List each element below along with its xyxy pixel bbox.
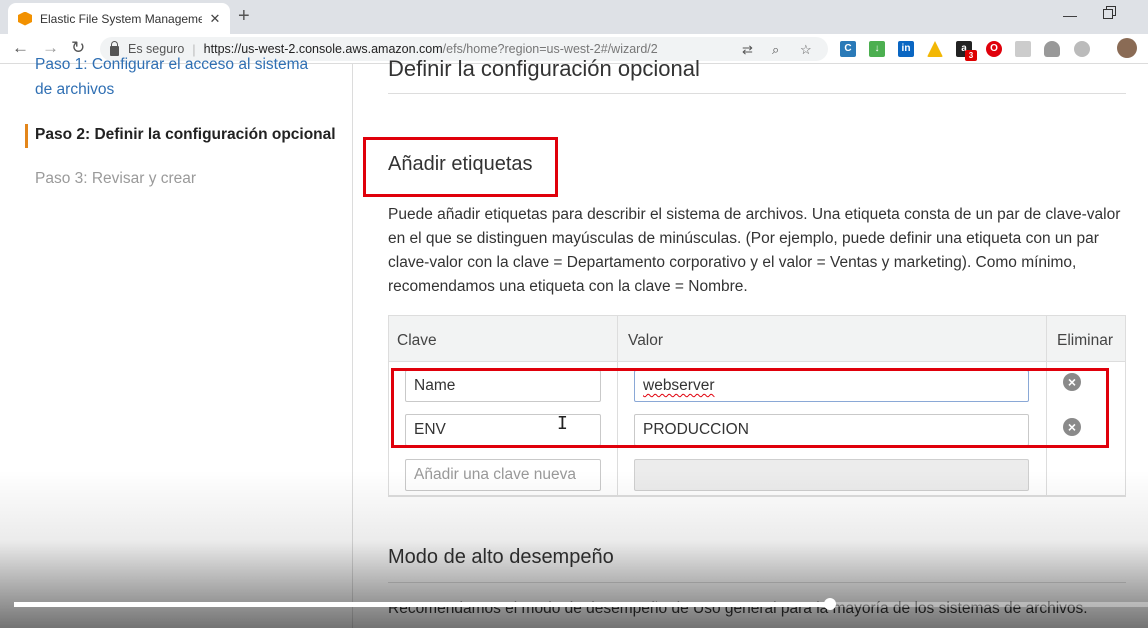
wizard-sidebar: Paso 1: Configurar el acceso al sistema … <box>0 56 353 628</box>
close-tab-icon[interactable]: ✕ <box>208 11 222 27</box>
step-1-link-continued[interactable]: de archivos <box>35 79 114 101</box>
restore-window-icon[interactable] <box>1103 6 1116 19</box>
url-path: /efs/home?region=us-west-2#/wizard/2 <box>442 42 658 56</box>
step-2-current: Paso 2: Definir la configuración opciona… <box>35 126 336 143</box>
performance-divider <box>388 582 1126 583</box>
performance-section-title: Modo de alto desempeño <box>388 546 614 568</box>
section-divider <box>388 495 1126 496</box>
main-content: Definir la configuración opcional Añadir… <box>354 56 1148 628</box>
step-1-link[interactable]: Paso 1: Configurar el acceso al sistema <box>35 54 308 76</box>
step-3-disabled: Paso 3: Revisar y crear <box>35 170 197 187</box>
opera-icon[interactable]: O <box>986 41 1002 57</box>
extension-grey-icon[interactable] <box>1015 41 1031 57</box>
page-title: Definir la configuración opcional <box>388 56 700 81</box>
browser-tab-strip: Elastic File System Management / ✕ + — <box>0 0 1148 34</box>
back-icon[interactable]: ← <box>12 39 29 57</box>
minimize-window-icon[interactable]: — <box>1063 7 1077 23</box>
browser-tab[interactable]: Elastic File System Management / ✕ <box>8 3 230 34</box>
cloud-icon[interactable] <box>1044 41 1060 57</box>
extension-c-icon[interactable]: C <box>840 41 856 57</box>
highlight-box-tags-title <box>363 137 558 197</box>
aws-favicon-icon <box>18 11 32 26</box>
active-step-indicator <box>25 124 28 148</box>
translate-icon[interactable]: ⇄ <box>742 42 753 58</box>
tags-table-header: Clave Valor Eliminar <box>389 316 1125 362</box>
extension-badge: 3 <box>965 50 977 61</box>
zoom-icon[interactable]: ⌕ <box>772 42 779 58</box>
text-cursor-icon: I <box>557 413 568 434</box>
tags-description: Puede añadir etiquetas para describir el… <box>388 206 1121 295</box>
header-key: Clave <box>397 332 437 349</box>
header-remove: Eliminar <box>1057 332 1113 349</box>
performance-description: Recomendamos el modo de desempeño de Uso… <box>388 600 1088 617</box>
new-tag-key-input[interactable]: Añadir una clave nueva <box>405 459 601 491</box>
new-tab-button[interactable]: + <box>238 6 250 26</box>
profile-avatar[interactable] <box>1117 38 1137 58</box>
bookmark-star-icon[interactable]: ☆ <box>800 42 812 58</box>
extension-download-icon[interactable]: ↓ <box>869 41 885 57</box>
drive-triangle-icon[interactable] <box>927 41 943 57</box>
new-tag-value-input <box>634 459 1029 491</box>
video-progress-fill <box>14 602 830 607</box>
tab-title: Elastic File System Management / <box>40 11 202 26</box>
title-divider <box>388 93 1126 94</box>
highlight-box-tag-rows <box>391 368 1109 448</box>
video-progress-handle[interactable] <box>824 598 836 610</box>
header-value: Valor <box>628 332 664 349</box>
circle-extension-icon[interactable] <box>1074 41 1090 57</box>
linkedin-icon[interactable]: in <box>898 41 914 57</box>
